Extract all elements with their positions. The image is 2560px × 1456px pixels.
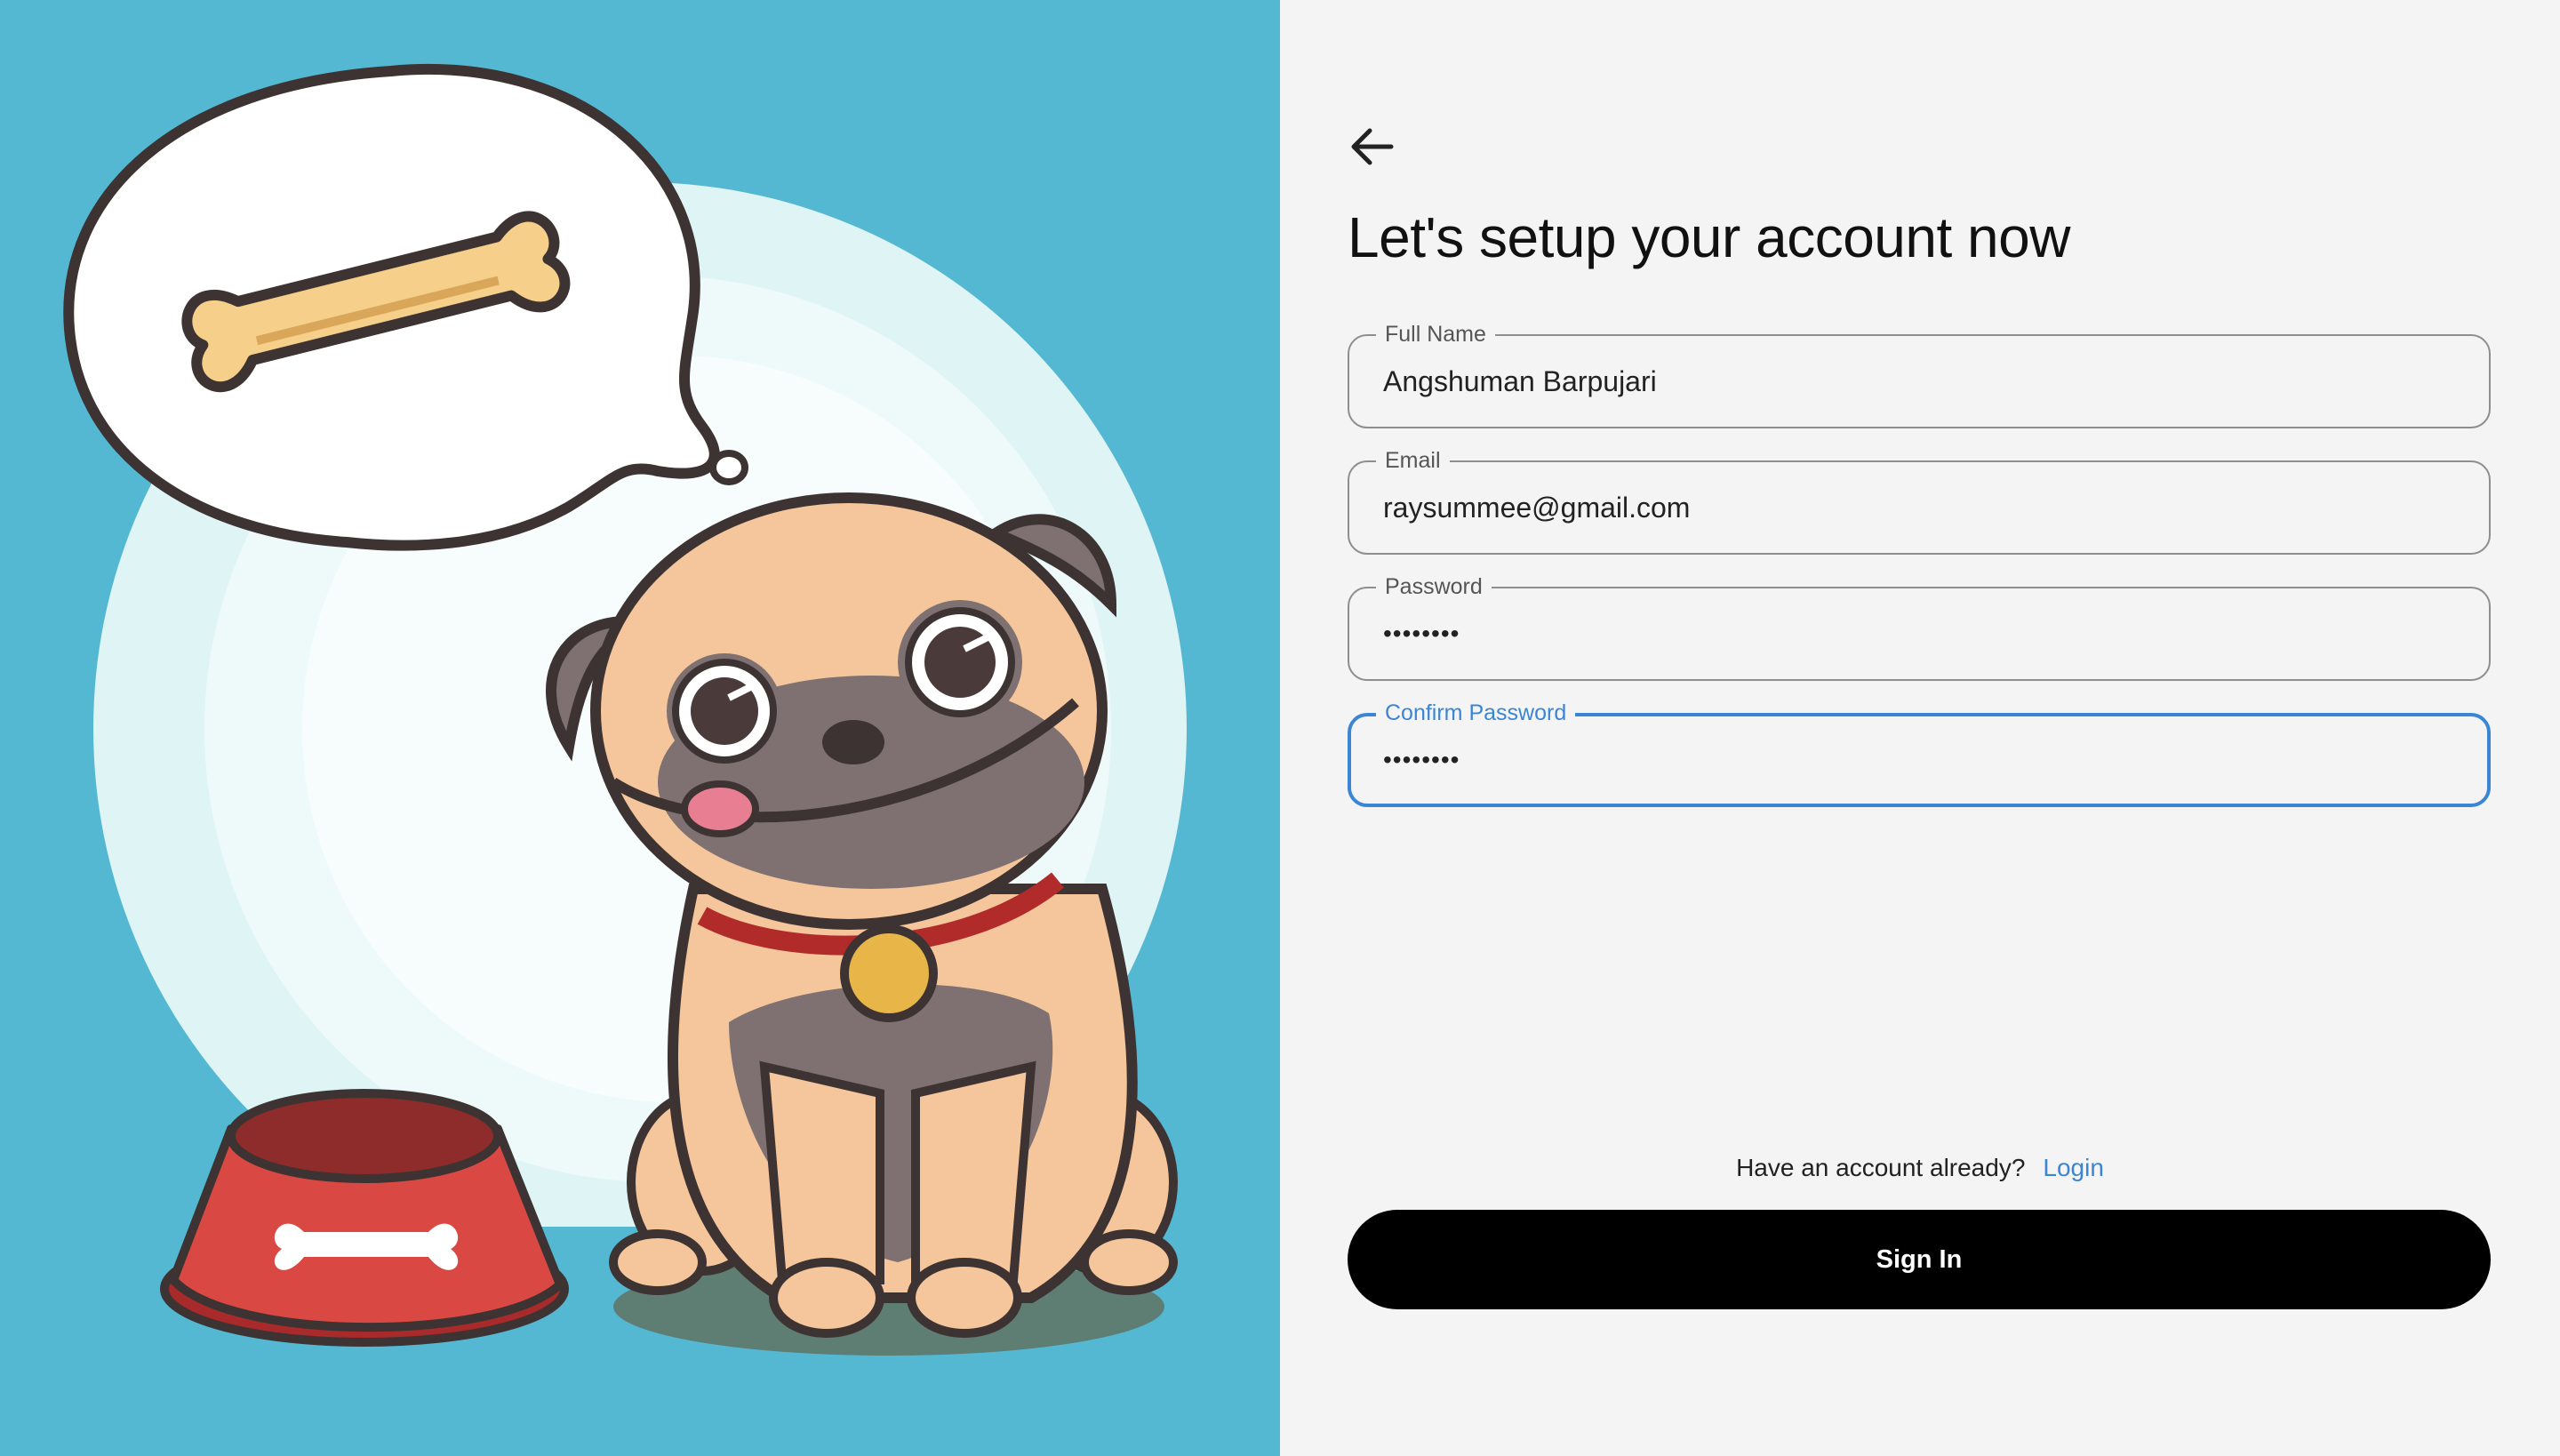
signup-screen: Let's setup your account now Full Name E…: [0, 0, 2560, 1456]
confirm-password-field[interactable]: Confirm Password: [1348, 700, 2491, 807]
password-input[interactable]: [1383, 612, 2432, 656]
confirm-password-label: Confirm Password: [1376, 700, 1576, 726]
full-name-input[interactable]: [1383, 359, 2432, 404]
full-name-label: Full Name: [1376, 321, 1495, 348]
email-field[interactable]: Email: [1348, 447, 2491, 555]
arrow-left-icon: [1351, 128, 1394, 165]
page-title: Let's setup your account now: [1348, 205, 2070, 269]
collar-tag: [840, 924, 938, 1022]
sign-in-button[interactable]: Sign In: [1348, 1210, 2491, 1309]
login-link[interactable]: Login: [2043, 1154, 2104, 1181]
password-label: Password: [1376, 573, 1492, 600]
pug-illustration: [0, 64, 1280, 1456]
confirm-password-input[interactable]: [1383, 738, 2432, 782]
email-label: Email: [1376, 447, 1450, 474]
full-name-field[interactable]: Full Name: [1348, 321, 2491, 428]
email-input[interactable]: [1383, 485, 2432, 530]
login-prompt: Have an account already?: [1736, 1154, 2026, 1181]
illustration-panel: [0, 0, 1280, 1456]
password-field[interactable]: Password: [1348, 573, 2491, 681]
login-row: Have an account already? Login: [1280, 1154, 2560, 1182]
signup-form-panel: Let's setup your account now Full Name E…: [1280, 0, 2560, 1456]
back-button[interactable]: [1340, 116, 1403, 178]
